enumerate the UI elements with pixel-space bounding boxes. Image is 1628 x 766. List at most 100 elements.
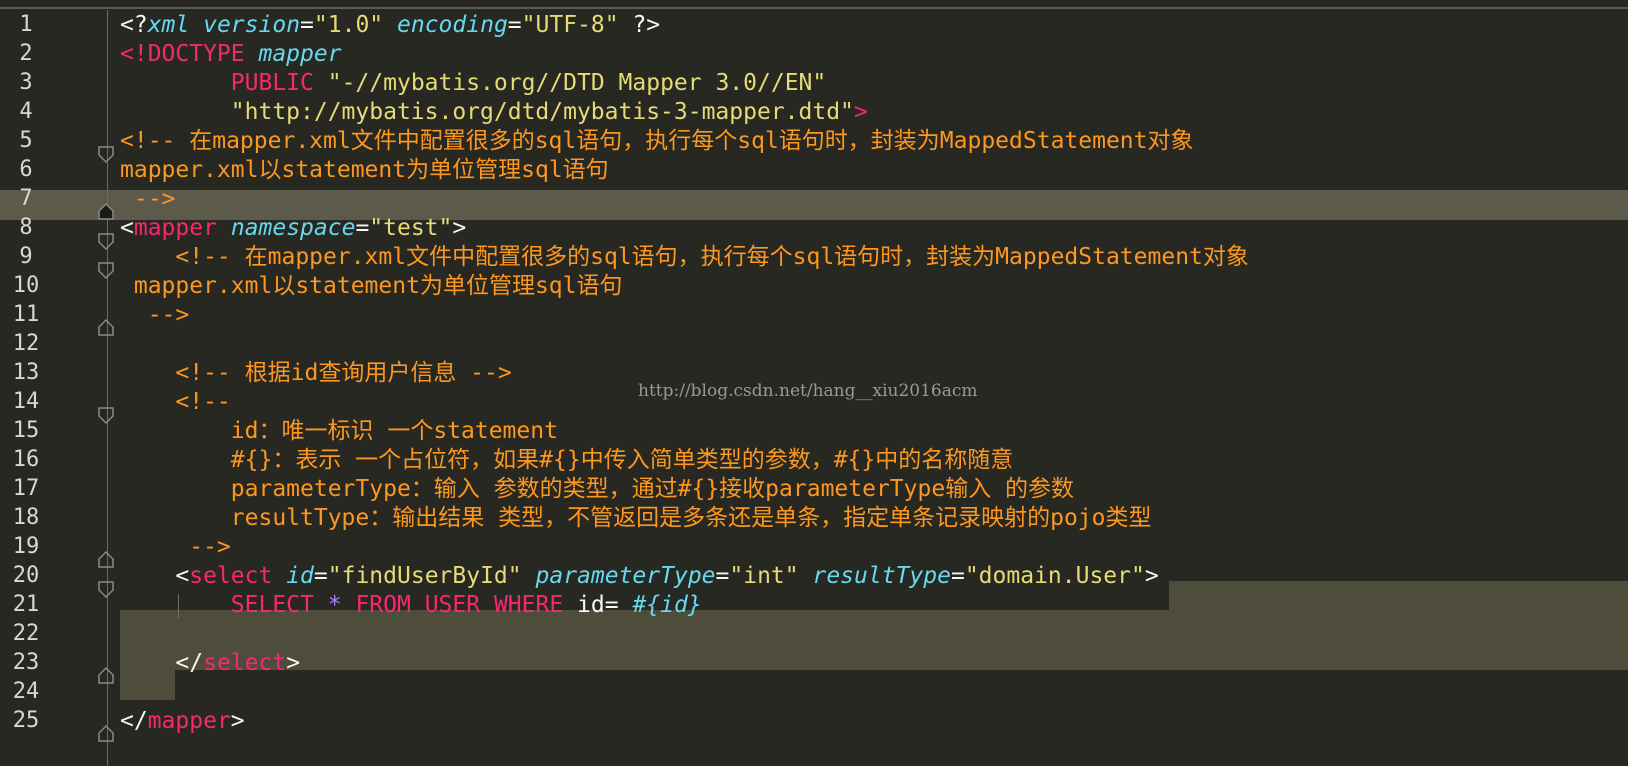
line-number: 4 — [19, 99, 33, 124]
comment-text[interactable]: parameterType：输入 参数的类型，通过#{}接收parameterT… — [120, 474, 1074, 504]
token: "http://mybatis.org/dtd/mybatis-3-mapper… — [120, 99, 854, 125]
token: USER — [424, 592, 481, 618]
token: < — [120, 563, 190, 589]
line-content[interactable]: <!DOCTYPE mapper — [120, 39, 342, 69]
token: </ — [120, 708, 148, 734]
token: * — [327, 592, 342, 618]
token: xml — [147, 12, 190, 38]
code-line[interactable]: 18 resultType：输出结果 类型，不管返回是多条还是单条，指定单条记录… — [0, 503, 1628, 533]
line-number: 22 — [12, 621, 40, 646]
comment-text[interactable]: id：唯一标识 一个statement — [120, 416, 558, 446]
token: = — [507, 12, 522, 38]
token: ?> — [618, 12, 661, 38]
code-line[interactable]: 22 — [0, 619, 1628, 649]
token: "findUserById" — [327, 563, 522, 589]
code-line-current[interactable]: 7 --> — [0, 184, 1628, 214]
line-number: 10 — [12, 273, 40, 298]
token: #{id} — [632, 592, 702, 618]
comment-text[interactable]: <!-- 在mapper.xml文件中配置很多的sql语句，执行每个sql语句时… — [120, 242, 1249, 272]
line-number: 15 — [12, 418, 40, 443]
token: > — [853, 99, 868, 125]
token: "UTF-8" — [521, 12, 619, 38]
code-line[interactable]: 25 </mapper> — [0, 706, 1628, 736]
line-number: 23 — [12, 650, 40, 675]
comment-text[interactable]: --> — [120, 532, 231, 562]
line-number: 25 — [12, 708, 40, 733]
token: parameterType — [535, 563, 716, 589]
code-line[interactable]: 1 <?xml version="1.0" encoding="UTF-8" ?… — [0, 10, 1628, 40]
token: resultType — [812, 563, 951, 589]
code-line[interactable]: 21 SELECT * FROM USER WHERE id= #{id} — [0, 590, 1628, 620]
token: <? — [120, 12, 148, 38]
code-line[interactable]: 9 <!-- 在mapper.xml文件中配置很多的sql语句，执行每个sql语… — [0, 242, 1628, 272]
comment-text[interactable]: #{}：表示 一个占位符，如果#{}中传入简单类型的参数，#{}中的名称随意 — [120, 445, 1013, 475]
comment-text[interactable]: --> — [120, 300, 190, 330]
code-line[interactable]: 6 mapper.xml以statement为单位管理sql语句 — [0, 155, 1628, 185]
line-content[interactable]: <?xml version="1.0" encoding="UTF-8" ?> — [120, 10, 660, 40]
line-number: 6 — [19, 157, 33, 182]
code-line[interactable]: 2 <!DOCTYPE mapper — [0, 39, 1628, 69]
token: = — [950, 563, 965, 589]
token: select — [203, 650, 287, 676]
token: PUBLIC — [120, 70, 314, 96]
line-content[interactable]: <mapper namespace="test"> — [120, 213, 466, 243]
line-number: 11 — [12, 302, 40, 327]
token: > — [1144, 563, 1159, 589]
token: WHERE — [493, 592, 564, 618]
token: = — [715, 563, 730, 589]
code-line[interactable]: 17 parameterType：输入 参数的类型，通过#{}接收paramet… — [0, 474, 1628, 504]
code-line[interactable]: 5 <!-- 在mapper.xml文件中配置很多的sql语句，执行每个sql语… — [0, 126, 1628, 156]
token: </ — [120, 650, 204, 676]
comment-text[interactable]: <!-- 在mapper.xml文件中配置很多的sql语句，执行每个sql语句时… — [120, 126, 1194, 156]
token: namespace — [230, 215, 356, 241]
code-line[interactable]: 8 <mapper namespace="test"> — [0, 213, 1628, 243]
line-content[interactable]: </select> — [120, 648, 300, 678]
code-line[interactable]: 3 PUBLIC "-//mybatis.org//DTD Mapper 3.0… — [0, 68, 1628, 98]
line-number: 14 — [12, 389, 40, 414]
line-number: 17 — [12, 476, 40, 501]
code-line[interactable]: 20 <select id="findUserById" parameterTy… — [0, 561, 1628, 591]
code-line[interactable]: 16 #{}：表示 一个占位符，如果#{}中传入简单类型的参数，#{}中的名称随… — [0, 445, 1628, 475]
line-content[interactable]: "http://mybatis.org/dtd/mybatis-3-mapper… — [120, 97, 868, 127]
token: "1.0" — [313, 12, 384, 38]
code-line[interactable]: 12 — [0, 329, 1628, 359]
code-line[interactable]: 11 --> — [0, 300, 1628, 330]
token: FROM — [355, 592, 411, 618]
code-line[interactable]: 24 — [0, 677, 1628, 707]
token: id — [286, 563, 314, 589]
code-line[interactable]: 15 id：唯一标识 一个statement — [0, 416, 1628, 446]
line-content[interactable]: PUBLIC "-//mybatis.org//DTD Mapper 3.0//… — [120, 68, 826, 98]
token: version — [203, 12, 301, 38]
token: "test" — [369, 215, 453, 241]
code-line[interactable]: 23 </select> — [0, 648, 1628, 678]
code-line[interactable]: 19 --> — [0, 532, 1628, 562]
line-number: 21 — [12, 592, 40, 617]
code-line[interactable]: 10 mapper.xml以statement为单位管理sql语句 — [0, 271, 1628, 301]
line-number: 7 — [19, 186, 33, 211]
token: > — [230, 708, 245, 734]
line-content[interactable]: <select id="findUserById" parameterType=… — [120, 561, 1159, 591]
comment-text[interactable]: mapper.xml以statement为单位管理sql语句 — [120, 155, 609, 185]
comment-text[interactable]: <!-- — [120, 387, 230, 417]
line-number: 16 — [12, 447, 40, 472]
comment-text[interactable]: resultType：输出结果 类型，不管返回是多条还是单条，指定单条记录映射的… — [120, 503, 1152, 533]
line-content[interactable]: </mapper> — [120, 706, 245, 736]
line-number: 18 — [12, 505, 40, 530]
line-number: 12 — [12, 331, 40, 356]
line-number: 3 — [19, 70, 33, 95]
comment-text[interactable]: mapper.xml以statement为单位管理sql语句 — [120, 271, 623, 301]
code-line[interactable]: 4 "http://mybatis.org/dtd/mybatis-3-mapp… — [0, 97, 1628, 127]
line-content[interactable]: SELECT * FROM USER WHERE id= #{id} — [120, 590, 702, 620]
comment-text[interactable]: --> — [120, 184, 176, 214]
comment-text[interactable]: <!-- 根据id查询用户信息 --> — [120, 358, 511, 388]
